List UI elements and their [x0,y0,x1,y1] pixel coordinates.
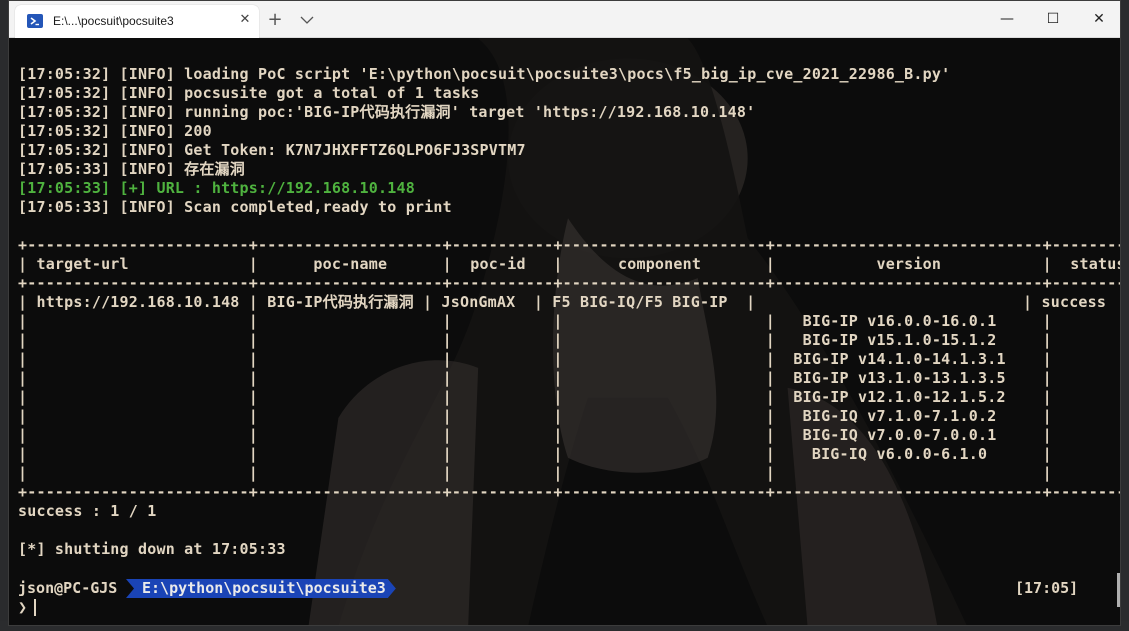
terminal-line: | https://192.168.10.148 | BIG-IP代码执行漏洞 … [18,293,1120,311]
terminal-line: | | | | | BIG-IQ v7.1.0-7.1.0.2 | | [18,407,1120,425]
close-window-button[interactable]: ✕ [1076,1,1120,38]
terminal-line: +------------------------+--------------… [18,483,1120,501]
prompt-path: E:\python\pocsuit\pocsuite3 [126,579,396,598]
minimize-button[interactable]: — [984,1,1030,38]
scrollbar[interactable] [1117,573,1120,607]
terminal-line: | | | | | BIG-IP v16.0.0-16.0.1 | | [18,312,1120,330]
prompt-user: json@PC-GJS [18,579,118,597]
terminal-line: | | | | | BIG-IP v14.1.0-14.1.3.1 | | [18,350,1120,368]
terminal-line: success : 1 / 1 [18,502,157,520]
terminal-line: | | | | | BIG-IQ v6.0.0-6.1.0 | | [18,445,1120,463]
terminal-window: E:\...\pocsuit\pocsuite3 ✕ + — ☐ ✕ [17:0… [8,0,1121,626]
terminal-line: [17:05:33] [+] URL : https://192.168.10.… [18,179,415,197]
chevron-down-icon[interactable] [297,11,317,29]
terminal-line: +------------------------+--------------… [18,236,1120,254]
title-bar: E:\...\pocsuit\pocsuite3 ✕ + — ☐ ✕ [9,1,1120,38]
terminal-line: [17:05:32] [INFO] running poc:'BIG-IP代码执… [18,103,756,121]
terminal-line: [*] shutting down at 17:05:33 [18,540,286,558]
terminal-line: | | | | | BIG-IQ v7.0.0-7.0.0.1 | | [18,426,1120,444]
terminal-line: [17:05:33] [INFO] Scan completed,ready t… [18,198,452,216]
terminal-line: [17:05:33] [INFO] 存在漏洞 [18,160,245,178]
text-cursor [34,599,36,616]
terminal-tab[interactable]: E:\...\pocsuit\pocsuite3 ✕ [15,5,259,38]
new-tab-button[interactable]: + [265,10,285,30]
close-tab-icon[interactable]: ✕ [237,12,253,28]
terminal-area[interactable]: [17:05:32] [INFO] loading PoC script 'E:… [9,38,1120,625]
maximize-button[interactable]: ☐ [1030,1,1076,38]
terminal-line: [17:05:32] [INFO] 200 [18,122,212,140]
terminal-line: | | | | | BIG-IP v12.1.0-12.1.5.2 | | [18,388,1120,406]
terminal-line: [17:05:32] [INFO] pocsusite got a total … [18,84,480,102]
powershell-icon [27,14,43,28]
terminal-line: | target-url | poc-name | poc-id | compo… [18,255,1120,273]
terminal-line: +------------------------+--------------… [18,274,1120,292]
terminal-line: [17:05:32] [INFO] Get Token: K7N7JHXFFTZ… [18,141,526,159]
terminal-line: | | | | | | | [18,464,1120,482]
terminal-line: | | | | | BIG-IP v13.1.0-13.1.3.5 | | [18,369,1120,387]
terminal-line: [17:05:32] [INFO] loading PoC script 'E:… [18,65,951,83]
prompt-caret-icon: ❯ [18,598,28,616]
prompt-time: [17:05] [1015,579,1079,597]
terminal-line: | | | | | BIG-IP v15.1.0-15.1.2 | | [18,331,1120,349]
tab-title: E:\...\pocsuit\pocsuite3 [53,14,174,28]
